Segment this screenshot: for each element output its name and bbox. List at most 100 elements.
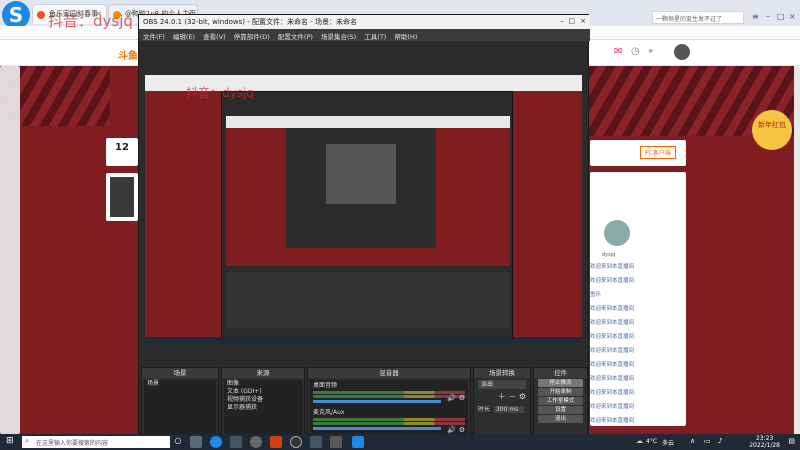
close-icon[interactable]: ×: [580, 17, 586, 25]
tray-chevron-icon[interactable]: ∧: [690, 437, 695, 445]
menu-scene-collection[interactable]: 场景集合(S): [321, 33, 356, 41]
transition-type-select[interactable]: 淡出: [478, 380, 526, 389]
taskbar-app-icon[interactable]: [352, 436, 364, 448]
site-logo[interactable]: 斗鱼: [118, 47, 138, 62]
controls-dock-title: 控件: [534, 368, 587, 378]
task-view-icon[interactable]: ○: [172, 436, 184, 448]
profile-name: dysjq: [602, 252, 616, 258]
preview-inner-docks: [226, 272, 510, 328]
search-icon: ⌕: [25, 437, 29, 445]
maximize-icon[interactable]: □: [568, 17, 575, 25]
add-icon[interactable]: ＋: [498, 392, 506, 401]
duration-row: 时长 300 ms: [478, 404, 526, 413]
taskbar-app-icon[interactable]: [330, 436, 342, 448]
source-item[interactable]: 视频捕获设备: [224, 396, 302, 404]
mixer-dock-title: 混音器: [308, 368, 470, 378]
menu-icon[interactable]: ≡: [752, 12, 759, 21]
weather-temperature[interactable]: 4°C: [646, 438, 657, 445]
menu-view[interactable]: 查看(V): [203, 33, 226, 41]
clock[interactable]: 23:23 2022/1/28: [749, 435, 780, 449]
feed-item: 欢迎来到本直播间: [590, 278, 635, 284]
search-input[interactable]: 一颗恒星的诞生发不过了: [652, 11, 744, 24]
menu-profile[interactable]: 配置文件(P): [278, 33, 313, 41]
obs-menu-bar: 文件(F) 编辑(E) 查看(V) 停靠部件(D) 配置文件(P) 场景集合(S…: [139, 29, 590, 41]
exit-button[interactable]: 退出: [538, 415, 583, 423]
gear-icon[interactable]: ⚙: [459, 394, 465, 402]
taskbar-app-icon[interactable]: [190, 436, 202, 448]
menu-edit[interactable]: 编辑(E): [173, 33, 195, 41]
source-item[interactable]: 文本 (GDI+): [224, 388, 302, 396]
menu-help[interactable]: 帮助(H): [394, 33, 417, 41]
gear-icon[interactable]: ⚙: [459, 426, 465, 434]
source-item[interactable]: 图像: [224, 380, 302, 388]
volume-meter: [313, 391, 465, 394]
volume-slider[interactable]: [313, 427, 441, 430]
tab-favicon-icon: [37, 11, 45, 19]
studio-mode-button[interactable]: 工作室模式: [538, 397, 583, 405]
scrollbar[interactable]: [794, 66, 800, 434]
duration-input[interactable]: 300 ms: [493, 406, 524, 413]
close-window-icon[interactable]: ×: [789, 12, 796, 21]
gear-icon[interactable]: ⚙: [519, 392, 526, 401]
taskbar: ⊞ ⌕ 在这里输入你要搜索的内容 ○ ☁ 4°C 多云 ∧ ▭ ♪ 23:23 …: [0, 434, 800, 450]
page-margin-left: [0, 66, 20, 434]
obs-title: OBS 24.0.1 (32-bit, windows) - 配置文件：未命名 …: [143, 18, 357, 26]
speaker-icon[interactable]: 🔊: [447, 426, 456, 434]
clock-date: 2022/1/28: [749, 442, 780, 449]
mixer-channel-label: 桌面音频: [313, 382, 338, 389]
history-icon[interactable]: ◷: [631, 46, 640, 57]
menu-file[interactable]: 文件(F): [143, 33, 165, 41]
volume-meter: [313, 395, 465, 398]
avatar[interactable]: [674, 44, 690, 60]
taskbar-search-placeholder: 在这里输入你要搜索的内容: [36, 440, 109, 447]
volume-meter: [313, 418, 465, 421]
start-recording-button[interactable]: 开始录制: [538, 388, 583, 396]
menu-tools[interactable]: 工具(T): [364, 33, 386, 41]
browser-app-icon[interactable]: [210, 436, 222, 448]
volume-slider[interactable]: [313, 400, 441, 403]
feed-item: 欢迎来到本直播间: [590, 264, 635, 270]
transitions-dock-title: 场景转换: [474, 368, 530, 378]
taskbar-app-icon[interactable]: [230, 436, 242, 448]
start-icon[interactable]: ⊞: [6, 436, 14, 446]
avatar[interactable]: [604, 220, 630, 246]
feed-item: 欢迎来到本直播间: [590, 320, 635, 326]
minimize-icon[interactable]: –: [766, 12, 770, 21]
obs-window: OBS 24.0.1 (32-bit, windows) - 配置文件：未命名 …: [138, 14, 590, 447]
weather-condition: 多云: [662, 440, 675, 447]
preview-obs-window: [221, 91, 513, 345]
anchor-avatar-card[interactable]: [106, 173, 138, 221]
stop-streaming-button[interactable]: 停止推流: [538, 379, 583, 387]
taskbar-app-icon[interactable]: [270, 436, 282, 448]
room-count-card[interactable]: 12: [106, 138, 138, 166]
scenes-dock-title: 场景: [142, 368, 218, 378]
menu-docks[interactable]: 停靠部件(D): [234, 33, 270, 41]
feed-item: 鱼乐: [590, 292, 602, 298]
speaker-icon[interactable]: 🔊: [447, 394, 456, 402]
settings-button[interactable]: 设置: [538, 406, 583, 414]
volume-meter: [313, 422, 465, 425]
source-item[interactable]: 显示器捕获: [224, 404, 302, 412]
watermark: 抖音：dysjq: [48, 12, 133, 30]
maximize-icon[interactable]: □: [777, 12, 785, 21]
taskbar-app-icon[interactable]: [250, 436, 262, 448]
obs-title-bar: OBS 24.0.1 (32-bit, windows) - 配置文件：未命名 …: [139, 15, 590, 29]
obs-preview[interactable]: [145, 75, 582, 345]
location-icon[interactable]: ⌖: [648, 46, 654, 57]
new-year-badge[interactable]: 新年红包: [752, 110, 792, 150]
preview-innermost: [326, 144, 396, 204]
remove-icon[interactable]: －: [508, 392, 516, 401]
minimize-icon[interactable]: –: [561, 17, 565, 25]
feed-item: 欢迎来到本直播间: [590, 334, 635, 340]
scene-item[interactable]: 场景: [144, 380, 216, 388]
notification-icon[interactable]: ▤: [788, 437, 795, 445]
network-icon[interactable]: ▭: [704, 437, 711, 445]
feed-item: 欢迎来到本直播间: [590, 348, 635, 354]
pc-client-button[interactable]: PC客户端: [640, 146, 676, 159]
taskbar-search-input[interactable]: ⌕ 在这里输入你要搜索的内容: [22, 436, 170, 448]
volume-icon[interactable]: ♪: [718, 437, 722, 445]
taskbar-app-icon[interactable]: [310, 436, 322, 448]
preview-inner-screen: [226, 116, 510, 266]
message-icon[interactable]: ✉: [614, 46, 622, 57]
obs-app-icon[interactable]: [290, 436, 302, 448]
